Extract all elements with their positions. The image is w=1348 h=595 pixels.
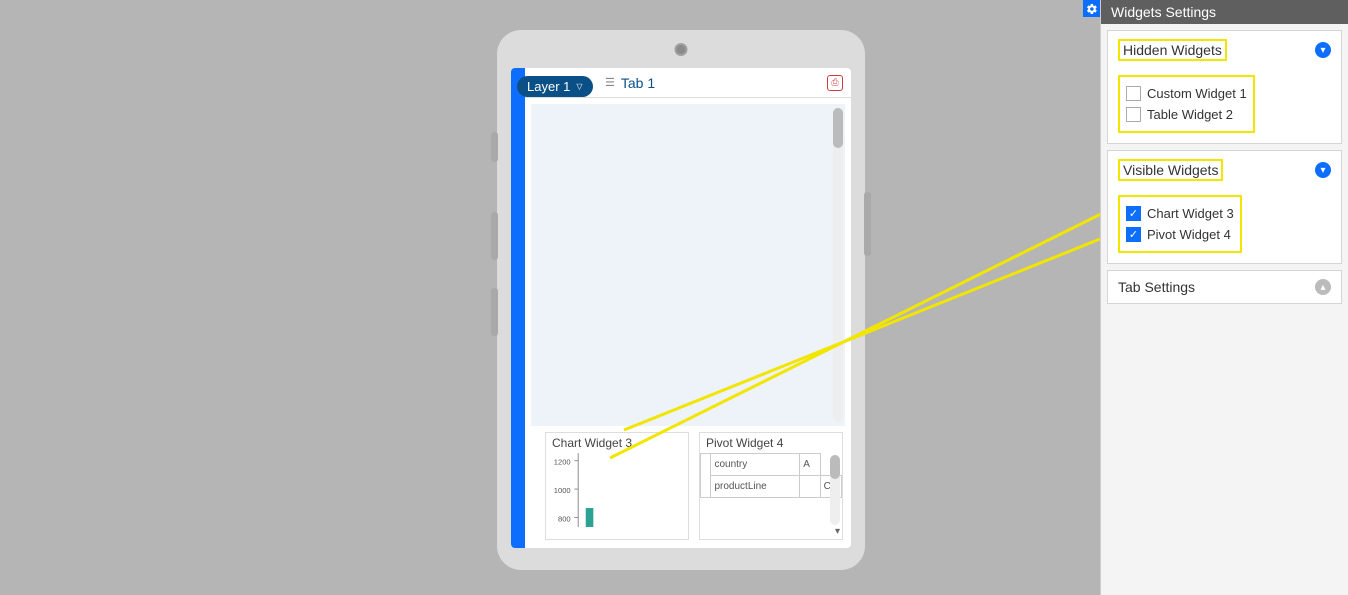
widget-label: Pivot Widget 4	[1147, 227, 1231, 242]
pdf-icon[interactable]: ⎙	[827, 75, 843, 91]
layer-label: Layer 1	[527, 79, 570, 94]
pivot-empty	[701, 454, 711, 498]
device-screen: Layer 1 ▽ ☰ Tab 1 ⎙ Chart Widget 3	[511, 68, 851, 548]
checkbox-unchecked[interactable]	[1126, 107, 1141, 122]
chevron-down-icon: ▾	[1315, 162, 1331, 178]
checkbox-checked[interactable]: ✓	[1126, 227, 1141, 242]
hidden-widgets-title: Hidden Widgets	[1118, 39, 1227, 61]
hidden-widgets-list: Custom Widget 1 Table Widget 2	[1118, 75, 1255, 133]
widget-label: Custom Widget 1	[1147, 86, 1247, 101]
device-button	[491, 288, 498, 336]
pivot-table: country A productLine C	[700, 453, 842, 498]
pivot-widget-title: Pivot Widget 4	[700, 433, 842, 453]
tab-settings-section: Tab Settings ▴	[1107, 270, 1342, 304]
chevron-down-icon: ▽	[576, 82, 582, 91]
chart-plot: 1200 1000 800	[546, 453, 688, 529]
menu-icon: ☰	[605, 76, 615, 89]
tablet-frame: Layer 1 ▽ ☰ Tab 1 ⎙ Chart Widget 3	[497, 30, 865, 570]
chart-widget-title: Chart Widget 3	[546, 433, 688, 453]
widget-label: Table Widget 2	[1147, 107, 1233, 122]
camera-icon	[675, 43, 688, 56]
settings-panel: Widgets Settings Hidden Widgets ▾ Custom…	[1100, 0, 1348, 595]
tab-item[interactable]: ☰ Tab 1	[605, 75, 655, 91]
panel-title: Widgets Settings	[1101, 0, 1348, 24]
hidden-widgets-section: Hidden Widgets ▾ Custom Widget 1 Table W…	[1107, 30, 1342, 144]
pivot-rowhead: productLine	[711, 476, 800, 498]
visible-widget-item[interactable]: ✓ Chart Widget 3	[1126, 203, 1234, 224]
widget-label: Chart Widget 3	[1147, 206, 1234, 221]
scrollbar[interactable]	[833, 108, 843, 422]
device-button	[864, 192, 871, 256]
ytick-800: 800	[558, 514, 571, 523]
chevron-down-icon[interactable]: ▾	[835, 526, 840, 537]
scroll-thumb[interactable]	[830, 455, 840, 479]
scroll-thumb[interactable]	[833, 108, 843, 148]
visible-widget-item[interactable]: ✓ Pivot Widget 4	[1126, 224, 1234, 245]
visible-widgets-list: ✓ Chart Widget 3 ✓ Pivot Widget 4	[1118, 195, 1242, 253]
chart-widget[interactable]: Chart Widget 3 1200 1000 800	[545, 432, 689, 540]
layer-bar[interactable]	[511, 68, 525, 548]
checkbox-unchecked[interactable]	[1126, 86, 1141, 101]
scrollbar[interactable]	[830, 455, 840, 525]
visible-widgets-section: Visible Widgets ▾ ✓ Chart Widget 3 ✓ Piv…	[1107, 150, 1342, 264]
hidden-widget-item[interactable]: Table Widget 2	[1126, 104, 1247, 125]
pivot-header: A	[800, 454, 820, 476]
chevron-up-icon: ▴	[1315, 279, 1331, 295]
pivot-cell	[800, 476, 820, 498]
visible-widgets-toggle[interactable]: Visible Widgets ▾	[1108, 151, 1341, 189]
pivot-header: country	[711, 454, 800, 476]
tab-label: Tab 1	[621, 75, 655, 91]
ytick-1200: 1200	[554, 457, 571, 466]
layer-selector[interactable]: Layer 1 ▽	[517, 76, 593, 97]
device-button	[491, 132, 498, 162]
pivot-widget[interactable]: Pivot Widget 4 country A productLine C	[699, 432, 843, 540]
hidden-widget-item[interactable]: Custom Widget 1	[1126, 83, 1247, 104]
ytick-1000: 1000	[554, 486, 571, 495]
device-button	[491, 212, 498, 260]
checkbox-checked[interactable]: ✓	[1126, 206, 1141, 221]
gear-icon[interactable]	[1083, 0, 1100, 17]
chevron-down-icon: ▾	[1315, 42, 1331, 58]
tab-settings-toggle[interactable]: Tab Settings ▴	[1108, 271, 1341, 303]
hidden-widgets-toggle[interactable]: Hidden Widgets ▾	[1108, 31, 1341, 69]
tab-settings-title: Tab Settings	[1118, 279, 1195, 295]
chart-bar	[586, 508, 594, 527]
visible-widgets-title: Visible Widgets	[1118, 159, 1223, 181]
canvas-area[interactable]	[531, 104, 845, 426]
